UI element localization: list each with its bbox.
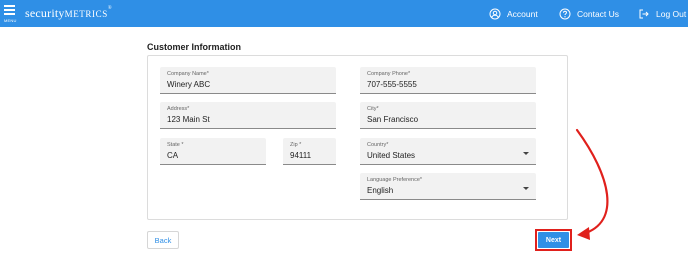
logo-mark: ® [107,6,112,11]
logo-prefix: security [25,6,65,20]
city-value: San Francisco [367,115,419,124]
account-circle-icon [489,8,501,19]
securitymetrics-logo[interactable]: securityMETRICS® [25,6,112,21]
back-button[interactable]: Back [147,231,179,249]
menu-icon-line [4,13,15,15]
company-phone-label: Company Phone* [367,71,411,77]
company-name-label: Company Name* [167,71,209,77]
language-label: Language Preference* [367,177,423,183]
chevron-down-icon [523,152,529,155]
zip-label: Zip * [290,142,302,148]
city-label: City* [367,106,379,112]
country-value: United States [367,151,416,160]
nav-contact-us[interactable]: Contact Us [559,6,619,21]
language-select[interactable]: Language Preference* English [360,173,536,200]
address-field[interactable]: Address* 123 Main St [160,102,336,129]
address-label: Address* [167,106,190,112]
company-phone-field[interactable]: Company Phone* 707-555-5555 [360,67,536,94]
nav-contact-label: Contact Us [577,8,620,19]
country-label: Country* [367,142,389,148]
section-title: Customer Information [147,42,242,52]
logout-icon [639,9,649,18]
logo-suffix: METRICS [64,9,108,19]
company-phone-value: 707-555-5555 [367,80,417,89]
next-button[interactable]: Next [538,232,569,248]
menu-icon-line [4,5,15,7]
nav-account[interactable]: Account [489,6,538,21]
state-field[interactable]: State * CA [160,138,266,165]
menu-label: MENU [4,18,17,23]
menu-icon-line [4,9,15,11]
top-bar: MENU securityMETRICS® Account Contact Us… [0,0,688,27]
state-label: State * [167,142,184,148]
zip-value: 94111 [290,151,312,160]
country-select[interactable]: Country* United States [360,138,536,165]
nav-logout-label: Log Out [656,8,687,19]
address-value: 123 Main St [167,115,210,124]
company-name-field[interactable]: Company Name* Winery ABC [160,67,336,94]
help-circle-icon [559,8,571,19]
language-value: English [367,186,394,195]
state-value: CA [167,151,179,160]
menu-button[interactable]: MENU [4,5,18,24]
chevron-down-icon [523,187,529,190]
company-name-value: Winery ABC [167,80,211,89]
city-field[interactable]: City* San Francisco [360,102,536,129]
nav-log-out[interactable]: Log Out [638,6,686,21]
nav-account-label: Account [507,8,538,19]
zip-field[interactable]: Zip * 94111 [283,138,336,165]
